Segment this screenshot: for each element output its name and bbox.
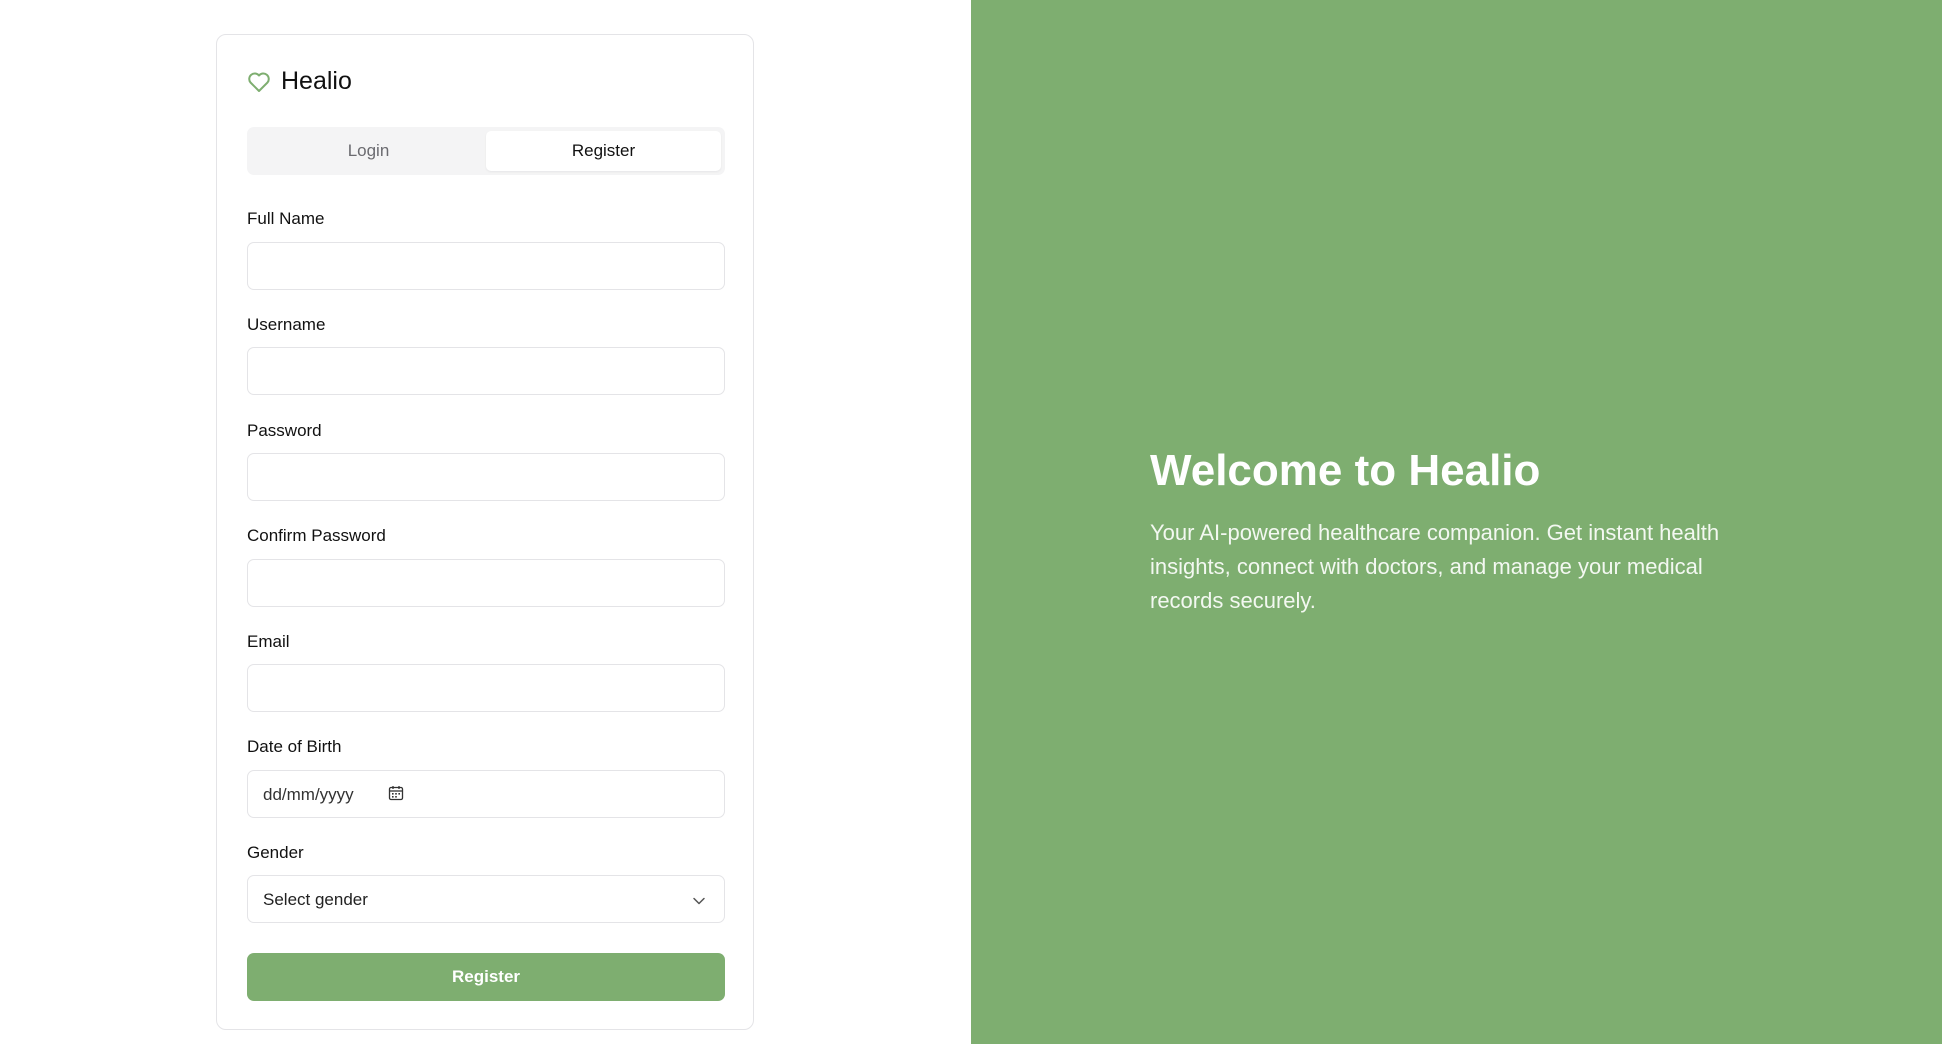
auth-card: Healio Login Register Full Name Username… <box>216 34 754 1030</box>
brand: Healio <box>247 67 352 96</box>
heart-icon <box>247 71 271 93</box>
full-name-label: Full Name <box>247 209 325 228</box>
chevron-down-icon <box>692 893 706 911</box>
form-pane: Healio Login Register Full Name Username… <box>0 0 971 1044</box>
confirm-password-input[interactable] <box>247 559 725 607</box>
confirm-password-label: Confirm Password <box>247 526 386 545</box>
dob-placeholder: dd/mm/yyyy <box>263 785 354 804</box>
gender-label: Gender <box>247 843 304 862</box>
username-input[interactable] <box>247 347 725 395</box>
gender-select[interactable]: Select gender <box>247 875 725 923</box>
hero: Welcome to Healio Your AI-powered health… <box>1150 445 1720 618</box>
password-input[interactable] <box>247 453 725 501</box>
hero-subtitle: Your AI-powered healthcare companion. Ge… <box>1150 519 1720 613</box>
auth-tabs: Login Register <box>247 127 725 175</box>
brand-name: Healio <box>281 67 352 95</box>
dob-input[interactable]: dd/mm/yyyy <box>247 770 725 818</box>
tab-register[interactable]: Register <box>486 131 721 171</box>
email-label: Email <box>247 632 290 651</box>
dob-label: Date of Birth <box>247 737 342 756</box>
register-button[interactable]: Register <box>247 953 725 1001</box>
password-label: Password <box>247 421 322 440</box>
username-label: Username <box>247 315 326 334</box>
calendar-icon[interactable] <box>388 785 404 806</box>
email-input[interactable] <box>247 664 725 712</box>
tab-login[interactable]: Login <box>251 131 486 171</box>
hero-title: Welcome to Healio <box>1150 446 1541 495</box>
full-name-input[interactable] <box>247 242 725 290</box>
hero-pane: Welcome to Healio Your AI-powered health… <box>971 0 1942 1044</box>
register-page: Healio Login Register Full Name Username… <box>0 0 1942 1044</box>
gender-selected-value: Select gender <box>263 890 368 909</box>
